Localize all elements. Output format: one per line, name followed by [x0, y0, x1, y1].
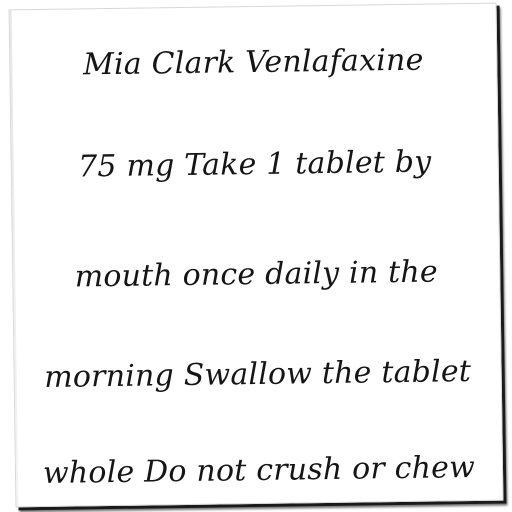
note-line-5: whole Do not crush or chew: [42, 449, 476, 491]
note-line-1: Mia Clark Venlafaxine: [82, 42, 424, 83]
paper-edge: [9, 10, 19, 507]
note-line-2: 75 mg Take 1 tablet by: [77, 144, 432, 185]
handwritten-note-paper: Mia Clark Venlafaxine 75 mg Take 1 table…: [8, 2, 504, 508]
note-line-3: mouth once daily in the: [74, 254, 439, 295]
photo-frame: Mia Clark Venlafaxine 75 mg Take 1 table…: [0, 0, 512, 512]
note-line-4: morning Swallow the tablet: [44, 354, 472, 395]
